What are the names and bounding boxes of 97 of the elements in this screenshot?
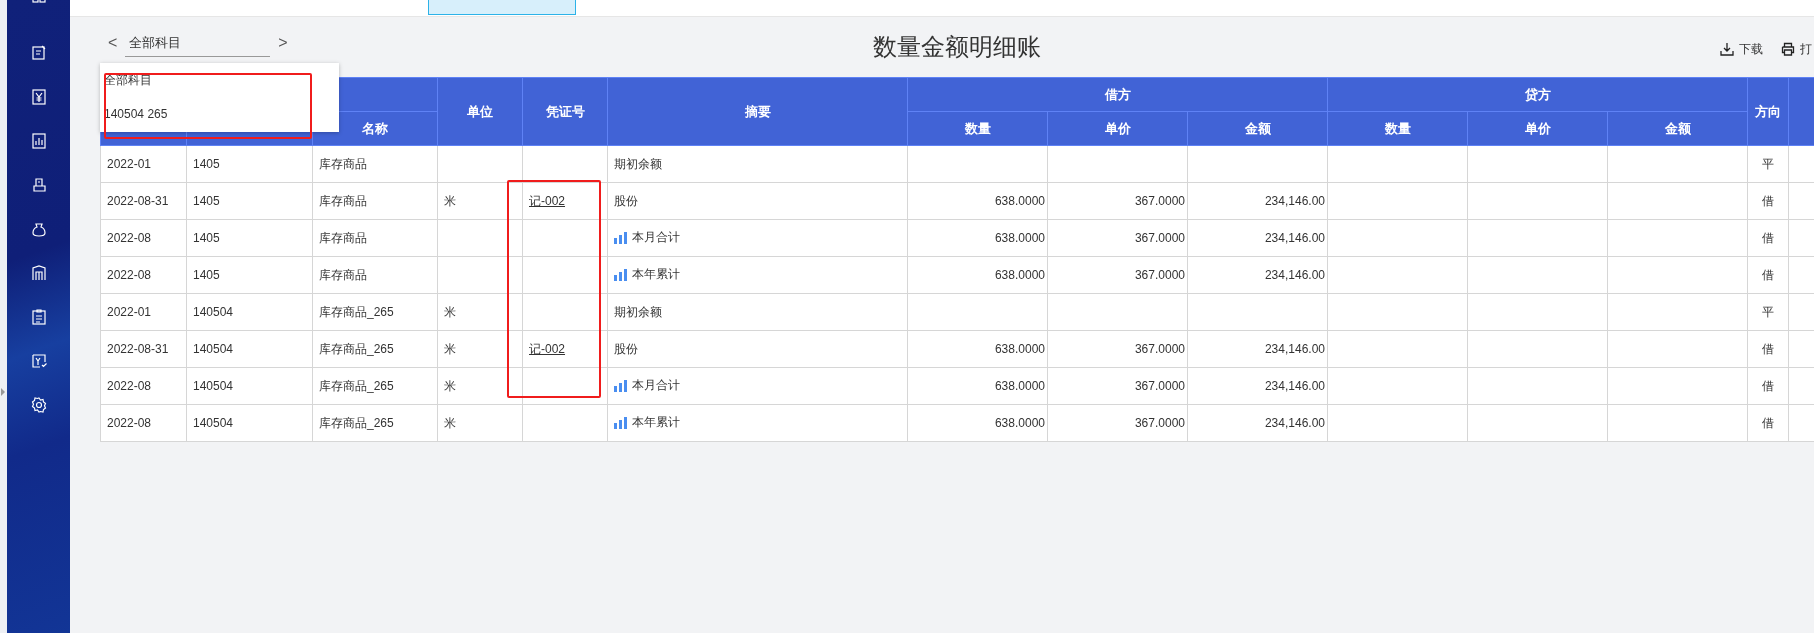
table-cell: 本月合计 [632,229,680,247]
column-header: 金额 [1187,111,1328,146]
download-icon [1720,42,1734,56]
table-cell: 638.0000 [994,268,1045,282]
table-cell: 平 [1762,156,1774,171]
table-cell: 140504 [193,305,234,319]
download-button[interactable]: 下载 [1720,40,1763,58]
settings-icon[interactable] [29,396,48,414]
page-title: 数量金额明细账 [873,32,1041,62]
table-cell: 库存商品_265 [319,341,394,356]
table-cell: 借 [1762,193,1774,208]
bar-chart-icon [614,379,627,392]
table-cell: 234,146.00 [1264,194,1325,208]
column-header: 金额 [1607,111,1748,146]
table-cell: 借 [1762,378,1774,393]
column-header: 摘要 [607,77,908,146]
table-cell: 本年累计 [632,414,680,432]
table-cell: 借 [1762,415,1774,430]
bar-chart-icon [614,231,627,244]
table-cell: 234,146.00 [1264,231,1325,245]
previous-button[interactable]: < [100,34,126,52]
table-cell: 本月合计 [632,377,680,395]
table-cell: 638.0000 [994,342,1045,356]
table-cell: 367.0000 [1134,379,1185,393]
yen-document-icon[interactable] [29,88,48,106]
table-cell: 库存商品 [319,267,367,282]
column-header: 方向 [1747,77,1789,146]
column-header: 数量 [907,111,1048,146]
column-group-header: 贷方 [1327,77,1748,112]
table-cell: 米 [444,378,456,393]
table-cell: 234,146.00 [1264,416,1325,430]
table-cell: 1405 [193,268,220,282]
table-cell: 库存商品_265 [319,378,394,393]
table-cell: 米 [444,193,456,208]
print-button[interactable]: 打 [1781,40,1812,58]
bar-chart-icon [614,268,627,281]
table-cell: 借 [1762,230,1774,245]
table-cell: 638.0000 [994,416,1045,430]
report-chart-icon[interactable] [29,132,48,150]
column-header: 凭证号 [522,77,608,146]
column-group-header: 借方 [907,77,1328,112]
table-cell: 2022-08-31 [107,342,169,356]
table-cell: 2022-08 [107,379,152,393]
voucher-link[interactable]: 记-002 [529,341,566,356]
building-icon[interactable] [29,264,48,282]
table-cell: 借 [1762,267,1774,282]
table-cell: 股份 [614,193,638,208]
table-cell: 1405 [193,157,220,171]
table-cell: 234,146.00 [1264,342,1325,356]
table-cell: 平 [1762,304,1774,319]
table-cell: 库存商品_265 [319,304,394,319]
table-cell: 234,146.00 [1264,268,1325,282]
table-cell: 2022-01 [107,305,152,319]
column-header: 数量 [1327,111,1468,146]
table-cell: 米 [444,415,456,430]
print-icon [1781,42,1795,56]
clipboard-icon[interactable] [29,308,48,326]
table-cell: 股份 [614,341,638,356]
table-cell: 2022-08-31 [107,194,169,208]
table-cell: 2022-08 [107,231,152,245]
table-cell: 米 [444,341,456,356]
table-cell: 期初余额 [614,156,662,171]
table-cell: 库存商品 [319,230,367,245]
next-button[interactable]: > [270,34,296,52]
table-cell: 2022-08 [107,416,152,430]
table-cell: 367.0000 [1134,342,1185,356]
table-cell: 库存商品 [319,156,367,171]
table-cell: 140504 [193,342,234,356]
subject-select[interactable]: 全部科目 [125,29,271,57]
table-cell: 期初余额 [614,304,662,319]
table-cell: 米 [444,304,456,319]
table-cell: 本年累计 [632,266,680,284]
column-header: 单价 [1467,111,1608,146]
yen-check-icon[interactable] [29,352,48,370]
table-cell: 367.0000 [1134,194,1185,208]
column-header: 单价 [1047,111,1188,146]
table-cell: 库存商品_265 [319,415,394,430]
table-cell: 1405 [193,231,220,245]
table-cell: 638.0000 [994,194,1045,208]
table-cell: 2022-01 [107,157,152,171]
table-cell: 367.0000 [1134,416,1185,430]
column-header: 单位 [437,77,523,146]
bar-chart-icon [614,416,627,429]
table-cell: 234,146.00 [1264,379,1325,393]
table-cell: 367.0000 [1134,268,1185,282]
voucher-link[interactable]: 记-002 [529,193,566,208]
table-cell: 140504 [193,416,234,430]
table-cell: 1405 [193,194,220,208]
table-cell: 367.0000 [1134,231,1185,245]
table-cell: 借 [1762,341,1774,356]
table-cell: 140504 [193,379,234,393]
money-bag-icon[interactable] [29,220,48,238]
table-cell: 638.0000 [994,231,1045,245]
table-cell: 库存商品 [319,193,367,208]
table-cell: 638.0000 [994,379,1045,393]
table-cell: 2022-08 [107,268,152,282]
document-edit-icon[interactable] [29,44,48,62]
